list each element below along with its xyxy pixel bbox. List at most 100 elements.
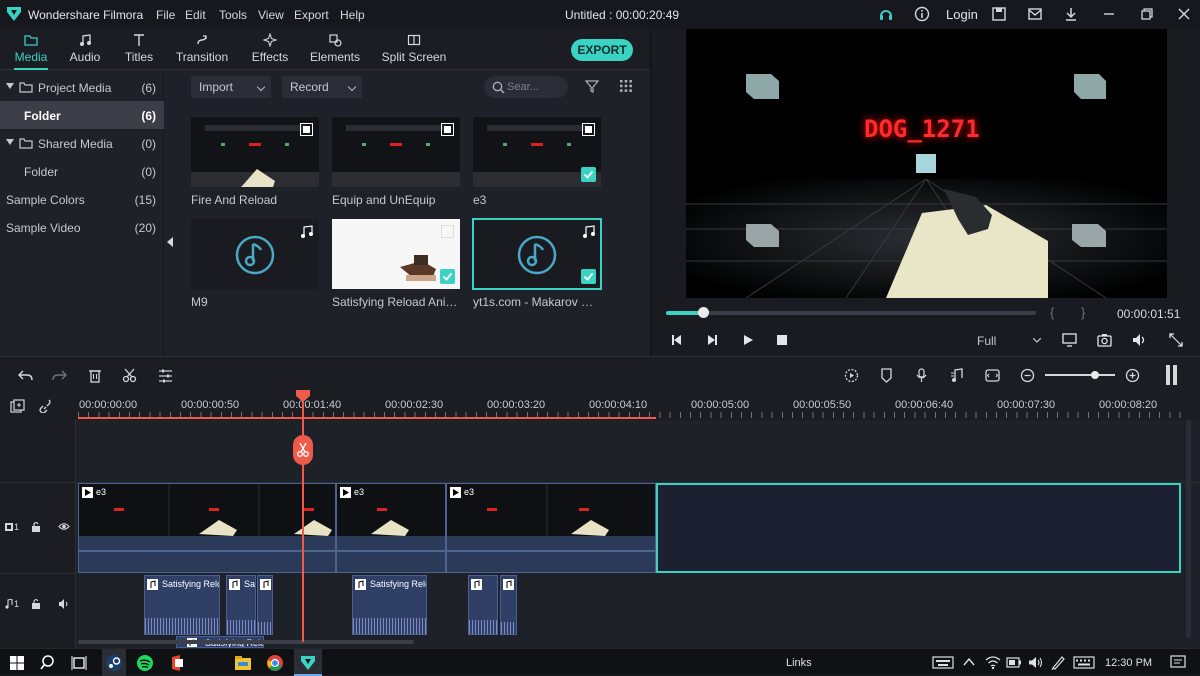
wifi-icon[interactable] xyxy=(985,655,1001,670)
audio-clip[interactable]: Satisfying Relo xyxy=(352,575,427,635)
audio-clip[interactable]: Sa xyxy=(226,575,256,635)
tab-split-screen[interactable]: Split Screen xyxy=(380,29,448,70)
quality-dropdown[interactable]: Full xyxy=(973,330,1045,352)
tab-effects[interactable]: Effects xyxy=(244,29,296,70)
chevron-up-icon[interactable] xyxy=(963,658,975,666)
snapshot-camera-icon[interactable] xyxy=(1097,333,1112,347)
mark-out-icon[interactable]: } xyxy=(1081,305,1085,320)
sidebar-item-sample-video[interactable]: Sample Video (20) xyxy=(0,214,164,240)
speaker-icon[interactable] xyxy=(58,599,70,609)
zoom-out-icon[interactable] xyxy=(1020,368,1035,383)
mail-icon[interactable] xyxy=(1027,6,1043,22)
menu-tools[interactable]: Tools xyxy=(219,8,247,22)
volume-icon[interactable] xyxy=(1132,333,1147,347)
file-explorer-icon[interactable] xyxy=(233,653,253,673)
timeline-horizontal-scrollbar[interactable] xyxy=(78,640,414,644)
media-item-e3[interactable]: e3 xyxy=(473,117,601,207)
sidebar-item-shared-media[interactable]: Shared Media (0) xyxy=(0,130,164,156)
zoom-in-icon[interactable] xyxy=(1125,368,1140,383)
chrome-icon[interactable] xyxy=(265,653,285,673)
audio-clip[interactable] xyxy=(257,575,273,635)
keyboard-icon[interactable] xyxy=(932,656,954,669)
media-item-satisfying-reload[interactable]: Satisfying Reload Animat... xyxy=(332,219,460,309)
tab-titles[interactable]: Titles xyxy=(116,29,162,70)
preview-viewer[interactable]: DOG_1271 xyxy=(686,29,1167,298)
lock-icon[interactable] xyxy=(31,598,41,609)
pause-bars-icon[interactable] xyxy=(1165,365,1179,385)
login-link[interactable]: Login xyxy=(946,7,978,22)
battery-icon[interactable] xyxy=(1006,656,1022,669)
close-icon[interactable] xyxy=(1176,6,1192,22)
scissors-split-icon[interactable] xyxy=(122,368,137,383)
pen-ink-icon[interactable] xyxy=(1050,655,1066,670)
filter-icon[interactable] xyxy=(585,79,599,93)
video-clip-e3-2[interactable]: e3 xyxy=(336,483,446,573)
video-clip-e3-3[interactable]: e3 xyxy=(446,483,656,573)
taskbar-clock[interactable]: 12:30 PM xyxy=(1105,657,1152,669)
taskbar-links-toolbar[interactable]: Links xyxy=(786,657,812,669)
preview-scrubber[interactable] xyxy=(666,307,1036,318)
download-icon[interactable] xyxy=(1063,6,1079,22)
volume-icon[interactable] xyxy=(1028,656,1044,669)
scrubber-handle[interactable] xyxy=(698,307,709,318)
playhead[interactable] xyxy=(302,390,304,642)
search-icon[interactable] xyxy=(38,653,58,673)
sidebar-item-shared-folder[interactable]: Folder (0) xyxy=(0,158,164,184)
grid-view-icon[interactable] xyxy=(619,79,633,93)
lock-icon[interactable] xyxy=(31,521,41,532)
menu-edit[interactable]: Edit xyxy=(185,8,206,22)
auto-fit-icon[interactable] xyxy=(985,368,1000,383)
audio-clip[interactable] xyxy=(500,575,517,635)
menu-help[interactable]: Help xyxy=(340,8,365,22)
export-button[interactable]: EXPORT xyxy=(571,39,633,61)
stop-icon[interactable] xyxy=(777,335,787,345)
sidebar-item-project-media[interactable]: Project Media (6) xyxy=(0,74,164,100)
tab-audio[interactable]: Audio xyxy=(62,29,108,70)
task-view-icon[interactable] xyxy=(69,653,89,673)
next-frame-icon[interactable] xyxy=(706,334,718,346)
monitor-icon[interactable] xyxy=(1062,333,1077,347)
redo-icon[interactable] xyxy=(52,368,67,382)
office-icon[interactable] xyxy=(167,653,187,673)
record-dropdown[interactable]: Record xyxy=(282,76,362,98)
sidebar-item-sample-colors[interactable]: Sample Colors (15) xyxy=(0,186,164,212)
playhead-handle[interactable] xyxy=(296,390,310,402)
headset-support-icon[interactable] xyxy=(878,6,894,22)
render-preview-icon[interactable] xyxy=(844,368,859,383)
windows-start-icon[interactable] xyxy=(7,653,27,673)
delete-trash-icon[interactable] xyxy=(88,368,102,383)
video-clip-e3[interactable]: e3 xyxy=(78,483,336,573)
microphone-icon[interactable] xyxy=(915,368,928,383)
touch-keyboard-icon[interactable] xyxy=(1073,656,1095,669)
play-icon[interactable] xyxy=(742,334,754,346)
spotify-icon[interactable] xyxy=(135,653,155,673)
previous-frame-icon[interactable] xyxy=(671,334,683,346)
voiceover-music-icon[interactable] xyxy=(950,368,964,383)
save-icon[interactable] xyxy=(991,6,1007,22)
undo-icon[interactable] xyxy=(18,368,33,382)
import-dropdown[interactable]: Import xyxy=(191,76,271,98)
timeline-vertical-scrollbar[interactable] xyxy=(1186,420,1191,638)
zoom-slider-track[interactable] xyxy=(1045,374,1115,376)
zoom-slider-handle[interactable] xyxy=(1091,371,1099,379)
menu-file[interactable]: File xyxy=(156,8,175,22)
filmora-taskbar-icon[interactable] xyxy=(298,653,318,673)
link-chain-icon[interactable] xyxy=(38,399,52,413)
timeline-ruler[interactable]: 00:00:00:00 00:00:00:50 00:00:01:40 00:0… xyxy=(0,394,1200,420)
marker-icon[interactable] xyxy=(880,368,893,383)
steam-icon[interactable] xyxy=(104,653,124,673)
split-scissors-button[interactable] xyxy=(293,435,313,465)
media-item-fire-and-reload[interactable]: Fire And Reload xyxy=(191,117,319,207)
tab-elements[interactable]: Elements xyxy=(306,29,364,70)
fullscreen-icon[interactable] xyxy=(1169,333,1183,347)
minimize-icon[interactable] xyxy=(1101,6,1117,22)
sidebar-item-folder[interactable]: Folder (6) xyxy=(0,101,164,129)
tab-transition[interactable]: Transition xyxy=(170,29,234,70)
media-item-equip-unequip[interactable]: Equip and UnEquip xyxy=(332,117,460,207)
info-icon[interactable] xyxy=(914,6,930,22)
notification-center-icon[interactable] xyxy=(1170,655,1186,670)
menu-export[interactable]: Export xyxy=(294,8,329,22)
adjust-sliders-icon[interactable] xyxy=(158,368,173,383)
eye-visibility-icon[interactable] xyxy=(58,522,70,531)
collapse-sidebar-icon[interactable] xyxy=(166,237,174,247)
